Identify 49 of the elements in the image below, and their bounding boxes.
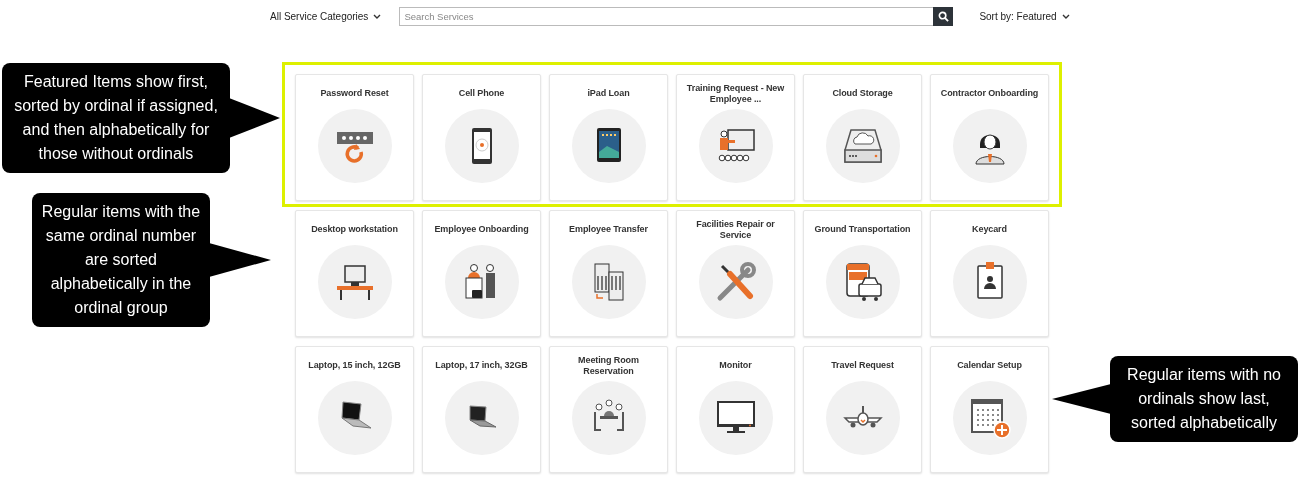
service-title: Password Reset (320, 88, 389, 100)
service-card[interactable]: Laptop, 15 inch, 12GB (295, 346, 414, 473)
service-card[interactable]: Desktop workstation (295, 210, 414, 337)
service-title: Travel Request (831, 360, 894, 372)
service-card[interactable]: Laptop, 17 inch, 32GB (422, 346, 541, 473)
service-card[interactable]: Password Reset (295, 74, 414, 201)
service-title: Laptop, 17 inch, 32GB (435, 360, 528, 372)
service-title: Meeting Room Reservation (577, 354, 640, 378)
service-title: iPad Loan (587, 88, 630, 100)
service-card[interactable]: Monitor (676, 346, 795, 473)
service-card[interactable]: Cloud Storage (803, 74, 922, 201)
service-title: Contractor Onboarding (940, 88, 1039, 100)
service-title: Desktop workstation (311, 224, 398, 236)
service-title: Cloud Storage (832, 88, 893, 100)
service-title: Training Request - New Employee ... (685, 82, 786, 106)
callout: Featured Items show first, sorted by ordinal if assigned, and then alphabetically for those without ordinals (2, 63, 230, 173)
service-card[interactable]: Employee Onboarding (422, 210, 541, 337)
callout-pointer (229, 98, 280, 138)
service-card[interactable]: Contractor Onboarding (930, 74, 1049, 201)
service-card[interactable]: Facilities Repair or Service (676, 210, 795, 337)
service-card[interactable]: Ground Transportation (803, 210, 922, 337)
search-icon (937, 11, 949, 22)
service-title: Calendar Setup (957, 360, 1022, 372)
service-card[interactable]: Training Request - New Employee ... (676, 74, 795, 201)
search-field[interactable]: Search Services (399, 7, 934, 26)
service-title: Employee Onboarding (434, 224, 529, 236)
chevron-down-icon (1061, 13, 1070, 20)
service-title: Ground Transportation (814, 224, 911, 236)
search-button[interactable] (933, 7, 954, 26)
service-title: Cell Phone (458, 88, 505, 100)
service-card[interactable]: Employee Transfer (549, 210, 668, 337)
callout-pointer (1052, 384, 1111, 414)
sort-dropdown[interactable]: Sort by: Featured (979, 11, 1070, 22)
callout: Regular items with no ordinals show last, sorted alphabetically (1110, 356, 1298, 442)
service-title: Facilities Repair or Service (695, 218, 776, 242)
callout-pointer (209, 243, 271, 277)
chevron-down-icon (373, 13, 382, 20)
service-card[interactable]: Travel Request (803, 346, 922, 473)
service-card[interactable]: Cell Phone (422, 74, 541, 201)
service-title: Laptop, 15 inch, 12GB (308, 360, 401, 372)
service-card[interactable]: Keycard (930, 210, 1049, 337)
service-card[interactable]: iPad Loan (549, 74, 668, 201)
callout: Regular items with the same ordinal number are sorted alphabetically in the ordinal group (32, 193, 210, 327)
service-title: Keycard (972, 224, 1007, 236)
category-dropdown[interactable]: All Service Categories (270, 11, 382, 22)
service-title: Employee Transfer (569, 224, 648, 236)
service-card[interactable]: Meeting Room Reservation (549, 346, 668, 473)
service-card[interactable]: Calendar Setup (930, 346, 1049, 473)
service-title: Monitor (719, 360, 752, 372)
